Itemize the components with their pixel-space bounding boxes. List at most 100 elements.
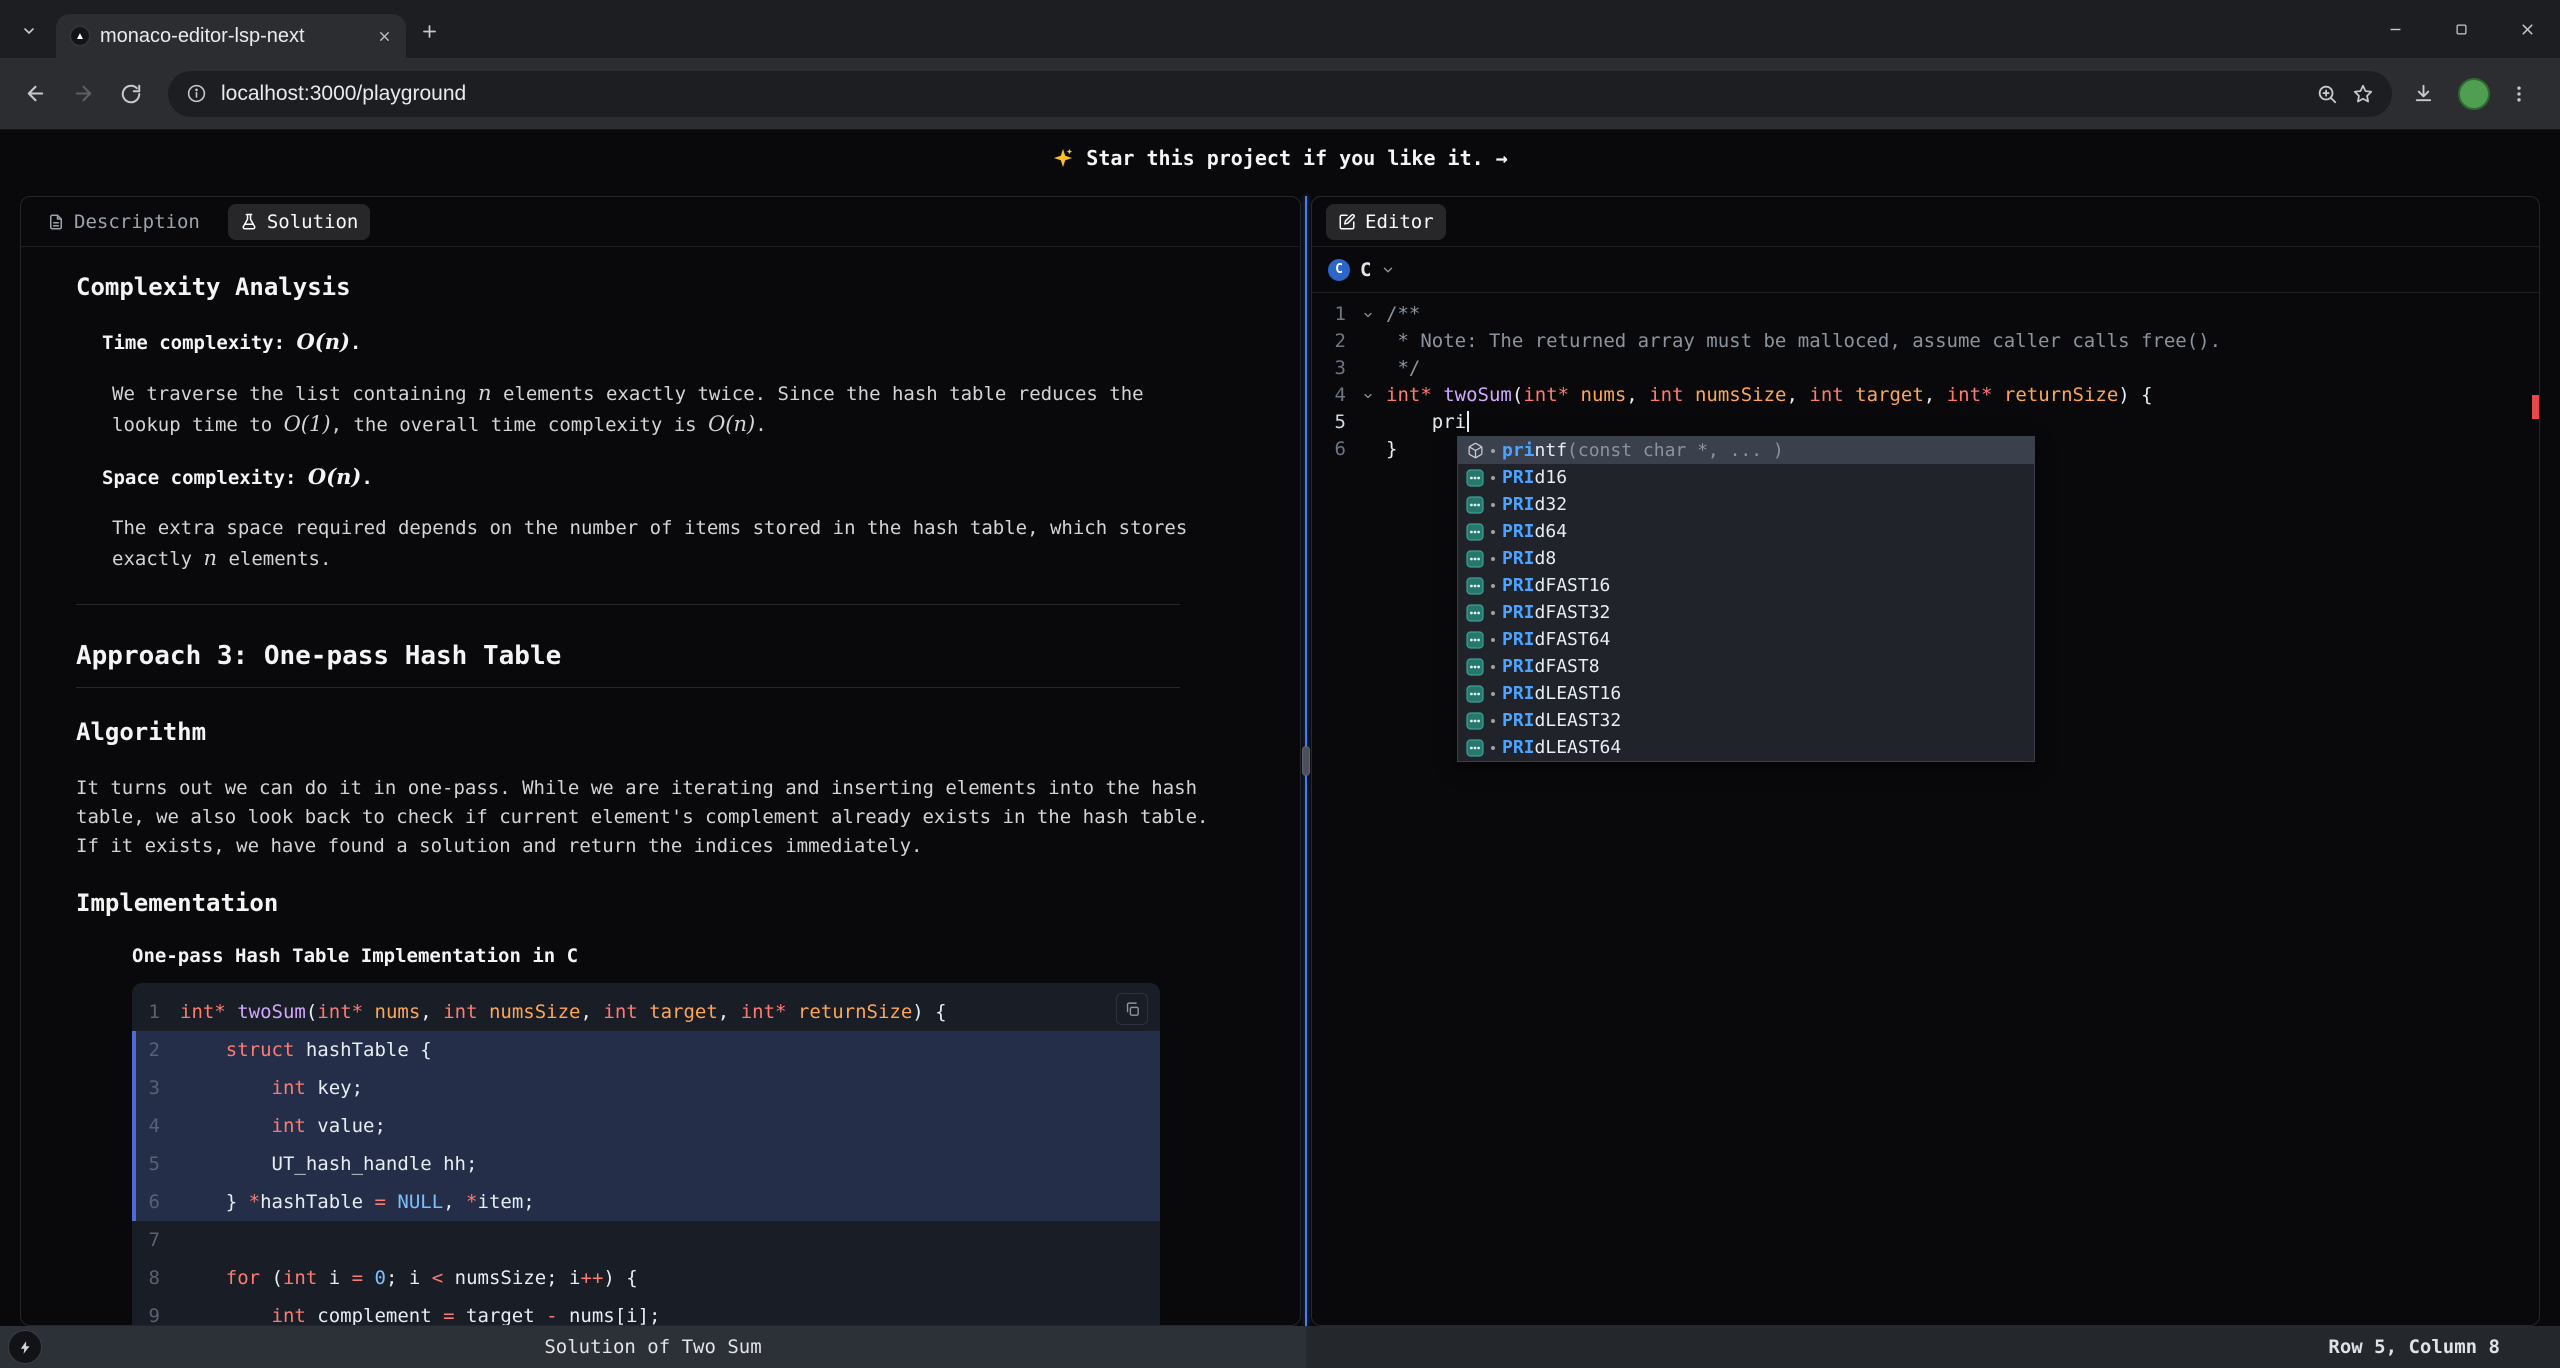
suggest-item[interactable]: PRId64: [1458, 518, 2034, 545]
browser-tab[interactable]: ▲ monaco-editor-lsp-next: [56, 14, 406, 58]
language-selector[interactable]: C C: [1312, 247, 2539, 293]
time-complexity-paragraph: We traverse the list containing n elemen…: [112, 378, 1212, 440]
code-line: 2 struct hashTable {: [132, 1031, 1160, 1069]
editor-line[interactable]: 5 pri: [1312, 409, 2539, 436]
code-token: struct: [226, 1039, 295, 1061]
code-token: [1684, 384, 1695, 406]
suggest-item[interactable]: printf(const char *, ... ): [1458, 437, 2034, 464]
fold-spacer: [1356, 328, 1380, 355]
code-token: [1844, 384, 1855, 406]
code-token: ,: [580, 1001, 603, 1023]
code-token: nums: [1581, 384, 1627, 406]
line-number: 6: [132, 1191, 180, 1213]
code-token: nums[i];: [558, 1305, 661, 1325]
editor-code-text: */: [1380, 355, 1420, 382]
bookmark-star-icon[interactable]: [2352, 83, 2374, 105]
code-token: ,: [1786, 384, 1809, 406]
suggest-label: PRId16: [1502, 464, 1567, 491]
editor-line[interactable]: 4int* twoSum(int* nums, int numsSize, in…: [1312, 382, 2539, 409]
reload-button[interactable]: [110, 73, 152, 115]
code-token: ,: [1924, 384, 1947, 406]
tab-title: monaco-editor-lsp-next: [100, 25, 367, 48]
implementation-section: One-pass Hash Table Implementation in C …: [132, 945, 1260, 1325]
tab-editor[interactable]: Editor: [1326, 204, 1446, 240]
line-number: 1: [132, 1001, 180, 1023]
code-token: numsSize: [489, 1001, 581, 1023]
new-tab-button[interactable]: [412, 14, 446, 48]
text-suggestion-icon: [1466, 496, 1484, 514]
code-text: int complement = target - nums[i];: [180, 1305, 661, 1325]
editor-line-number: 3: [1312, 355, 1356, 382]
fold-chevron-icon[interactable]: [1356, 301, 1380, 328]
editor-line[interactable]: 3 */: [1312, 355, 2539, 382]
code-token: [180, 1305, 272, 1325]
suggest-item[interactable]: PRIdFAST8: [1458, 653, 2034, 680]
forward-button[interactable]: [62, 73, 104, 115]
suggest-item[interactable]: PRIdLEAST32: [1458, 707, 2034, 734]
suggest-item[interactable]: PRIdFAST64: [1458, 626, 2034, 653]
code-token: [1432, 384, 1443, 406]
complexity-heading: Complexity Analysis: [76, 273, 1260, 301]
text-cursor: [1467, 411, 1469, 432]
code-token: int*: [180, 1001, 226, 1023]
code-token: twoSum: [1443, 384, 1512, 406]
code-token: int: [272, 1115, 306, 1137]
panel-resizer[interactable]: [1301, 196, 1311, 1326]
zoom-icon[interactable]: [2316, 83, 2338, 105]
code-token: twoSum: [237, 1001, 306, 1023]
code-token: [180, 1039, 226, 1061]
code-token: int: [1809, 384, 1843, 406]
suggest-item[interactable]: PRIdLEAST16: [1458, 680, 2034, 707]
suggest-item[interactable]: PRIdLEAST64: [1458, 734, 2034, 761]
matched-text: PRI: [1502, 629, 1535, 650]
editor-line[interactable]: 1/**: [1312, 301, 2539, 328]
code-token: [386, 1191, 397, 1213]
minimize-button[interactable]: [2362, 0, 2428, 58]
solution-title: Solution of Two Sum: [544, 1336, 761, 1358]
suggest-item[interactable]: PRId16: [1458, 464, 2034, 491]
tab-solution[interactable]: Solution: [228, 204, 371, 240]
editor-line-number: 6: [1312, 436, 1356, 463]
address-bar[interactable]: localhost:3000/playground: [168, 71, 2392, 117]
code-token: [638, 1001, 649, 1023]
back-button[interactable]: [14, 73, 56, 115]
profile-avatar[interactable]: [2458, 78, 2490, 110]
editor-code-text: int* twoSum(int* nums, int numsSize, int…: [1380, 382, 2153, 409]
code-line: 6 } *hashTable = NULL, *item;: [132, 1183, 1160, 1221]
suggest-item[interactable]: PRIdFAST16: [1458, 572, 2034, 599]
code-text: int value;: [180, 1115, 386, 1137]
language-label: C: [1360, 259, 1371, 281]
suggest-item[interactable]: PRId32: [1458, 491, 2034, 518]
monaco-editor[interactable]: 1/**2 * Note: The returned array must be…: [1312, 293, 2539, 1325]
maximize-icon: [2454, 22, 2469, 37]
code-token: [226, 1001, 237, 1023]
downloads-button[interactable]: [2402, 73, 2444, 115]
quick-action-button[interactable]: [8, 1330, 42, 1364]
space-complexity-line: Space complexity: O(n).: [102, 464, 1260, 489]
suggest-item[interactable]: PRId8: [1458, 545, 2034, 572]
suggest-label: printf(const char *, ... ): [1502, 437, 1784, 464]
inline-math: n: [204, 546, 218, 570]
code-token: }: [1386, 438, 1397, 460]
code-token: target: [455, 1305, 547, 1325]
tab-search-button[interactable]: [12, 14, 46, 48]
fold-chevron-icon[interactable]: [1356, 382, 1380, 409]
approach-heading: Approach 3: One-pass Hash Table: [76, 641, 1180, 688]
menu-button[interactable]: [2498, 73, 2540, 115]
resizer-grip-handle[interactable]: [1302, 746, 1310, 776]
tab-description[interactable]: Description: [35, 204, 212, 240]
code-token: /**: [1386, 303, 1420, 325]
suggest-label: PRIdLEAST64: [1502, 734, 1621, 761]
maximize-button[interactable]: [2428, 0, 2494, 58]
matched-text: PRI: [1502, 737, 1535, 758]
editor-line[interactable]: 2 * Note: The returned array must be mal…: [1312, 328, 2539, 355]
code-token: int*: [317, 1001, 363, 1023]
suggest-item[interactable]: PRIdFAST32: [1458, 599, 2034, 626]
suggest-bullet: [1491, 530, 1495, 534]
close-button[interactable]: [2494, 0, 2560, 58]
code-token: hashTable: [260, 1191, 374, 1213]
tab-close-icon[interactable]: [377, 29, 392, 44]
label-rest: dFAST16: [1535, 575, 1611, 596]
promo-text: Star this project if you like it.: [1086, 146, 1483, 170]
copy-code-button[interactable]: [1116, 993, 1148, 1025]
